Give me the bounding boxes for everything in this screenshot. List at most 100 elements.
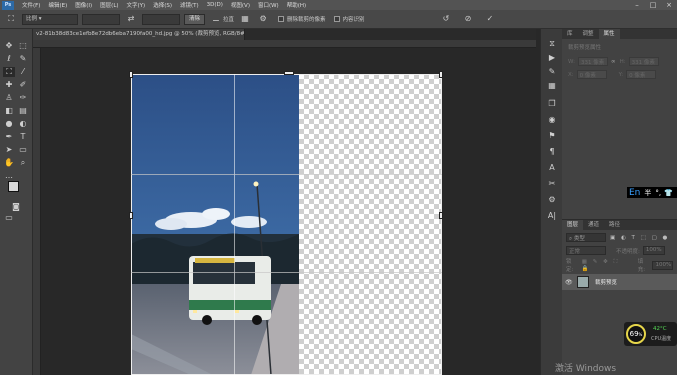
y-field[interactable]: 0 像素	[626, 70, 657, 79]
y-label: Y:	[618, 71, 624, 78]
foreground-color-swatch[interactable]	[8, 181, 19, 192]
straighten-icon[interactable]: ⚊	[209, 13, 223, 25]
crop-handle-top[interactable]	[284, 71, 294, 75]
cancel-icon[interactable]: ⊘	[461, 13, 475, 25]
hand-tool-icon[interactable]: ✋	[3, 158, 15, 168]
clone-source-icon[interactable]: ◉	[546, 115, 558, 125]
fill-field[interactable]: 100%	[652, 260, 673, 270]
crop-box[interactable]	[131, 74, 442, 375]
pen-tool-icon[interactable]: ✒	[3, 132, 15, 142]
tab-channels[interactable]: 通道	[583, 220, 604, 230]
menu-help[interactable]: 帮助(H)	[283, 1, 310, 9]
tab-paths[interactable]: 路径	[604, 220, 625, 230]
link-icon[interactable]: ∞	[611, 59, 616, 65]
eyedropper-icon[interactable]: ⁄	[17, 67, 29, 77]
ime-punct-icon[interactable]: °,	[655, 189, 661, 197]
marquee-tool-icon[interactable]: ⬚	[17, 41, 29, 51]
height-label: H:	[619, 58, 626, 65]
crop-handle-right[interactable]	[439, 212, 443, 219]
crop-tool-icon-active[interactable]: ⛶	[3, 67, 15, 77]
menu-filter[interactable]: 滤镜(T)	[176, 1, 203, 9]
maximize-icon[interactable]: □	[645, 0, 661, 10]
clear-button[interactable]: 清除	[184, 13, 206, 25]
eraser-icon[interactable]: ◧	[3, 106, 15, 116]
lock-icons[interactable]: ▦ ✎ ✥ ⛶ 🔒	[582, 259, 628, 272]
width-field[interactable]: 331 像素	[577, 57, 608, 66]
menu-view[interactable]: 视图(V)	[227, 1, 254, 9]
blend-mode-select[interactable]: 正常	[566, 246, 606, 255]
menu-select[interactable]: 选择(S)	[149, 1, 176, 9]
info-icon[interactable]: ⚙	[546, 195, 558, 205]
ratio-width-input[interactable]	[82, 13, 120, 25]
menu-layer[interactable]: 图层(L)	[96, 1, 122, 9]
menu-image[interactable]: 图像(I)	[71, 1, 96, 9]
more-tools-icon[interactable]: …	[3, 171, 15, 181]
history-icon[interactable]: ⧖	[546, 39, 558, 49]
menu-window[interactable]: 窗口(W)	[254, 1, 283, 9]
screen-mode-icon[interactable]: ▭	[3, 213, 15, 223]
content-aware-checkbox[interactable]: 内容识别	[333, 15, 365, 23]
dodge-tool-icon[interactable]: ◐	[17, 119, 29, 129]
reset-icon[interactable]: ↺	[439, 13, 453, 25]
tab-adjustments[interactable]: 调整	[578, 29, 599, 39]
x-field[interactable]: 0 像素	[576, 70, 607, 79]
ime-lang[interactable]: En	[629, 188, 640, 198]
menu-type[interactable]: 文字(Y)	[123, 1, 150, 9]
document-tab[interactable]: v2-81b38d83ce1efb8e72db6eba7190fa00_hd.j…	[33, 29, 245, 40]
styles-icon[interactable]: ⚑	[546, 131, 558, 141]
gradient-icon[interactable]: ▤	[17, 106, 29, 116]
crop-handle-top-right[interactable]	[439, 71, 443, 78]
history-brush-icon[interactable]: ✑	[17, 93, 29, 103]
settings-gear-icon[interactable]: ⚙	[256, 13, 270, 25]
layer-row[interactable]: 👁 裁剪预览	[562, 274, 677, 290]
menu-file[interactable]: 文件(F)	[18, 1, 44, 9]
blur-tool-icon[interactable]: ●	[3, 119, 15, 129]
properties-size-row: W: 331 像素 ∞ H: 331 像素	[562, 55, 677, 68]
actions-play-icon[interactable]: ▶	[546, 53, 558, 63]
brush-tool-icon[interactable]: ✐	[17, 80, 29, 90]
tool-presets-icon[interactable]: ✂	[546, 179, 558, 189]
glyphs-icon[interactable]: A|	[546, 211, 558, 221]
layer-comps-icon[interactable]: ❐	[546, 99, 558, 109]
swap-icon[interactable]: ⇄	[124, 13, 138, 25]
crop-handle-left[interactable]	[129, 212, 133, 219]
opacity-field[interactable]: 100%	[642, 246, 665, 255]
ime-skin-icon[interactable]: 👕	[664, 189, 673, 197]
overlay-grid-icon[interactable]: ▦	[238, 13, 252, 25]
path-select-icon[interactable]: ➤	[3, 145, 15, 155]
lock-row: 锁定: ▦ ✎ ✥ ⛶ 🔒 填充: 100%	[562, 256, 677, 274]
rectangle-tool-icon[interactable]: ▭	[17, 145, 29, 155]
tab-libraries[interactable]: 库	[562, 29, 578, 39]
delete-cropped-checkbox[interactable]: 删除裁剪的像素	[278, 15, 326, 23]
layer-thumbnail	[577, 276, 589, 288]
type-tool-icon[interactable]: T	[17, 132, 29, 142]
quick-select-icon[interactable]: ✎	[17, 54, 29, 64]
visibility-eye-icon[interactable]: 👁	[565, 279, 573, 286]
commit-check-icon[interactable]: ✓	[483, 13, 497, 25]
ratio-select[interactable]: 比例 ▾	[22, 13, 78, 25]
ratio-height-input[interactable]	[142, 13, 180, 25]
minimize-icon[interactable]: –	[629, 0, 645, 10]
tab-properties[interactable]: 属性	[598, 29, 620, 39]
menu-edit[interactable]: 编辑(E)	[44, 1, 71, 9]
brush-presets-icon[interactable]: ✎	[546, 67, 558, 77]
character-icon[interactable]: A	[546, 163, 558, 173]
swatches-icon[interactable]: ▦	[546, 81, 558, 91]
zoom-tool-icon[interactable]: ⌕	[17, 158, 29, 168]
menu-3d[interactable]: 3D(D)	[203, 2, 227, 8]
crop-handle-top-left[interactable]	[129, 71, 133, 78]
layer-name[interactable]: 裁剪预览	[595, 278, 617, 286]
close-icon[interactable]: ×	[661, 0, 677, 10]
tab-layers[interactable]: 图层	[562, 220, 584, 230]
move-tool-icon[interactable]: ✥	[3, 41, 15, 51]
clone-stamp-icon[interactable]: ♙	[3, 93, 15, 103]
quick-mask-icon[interactable]: ◙	[10, 202, 22, 212]
layer-kind-select[interactable]: ⌕ 类型	[566, 233, 606, 242]
healing-brush-icon[interactable]: ✚	[3, 80, 15, 90]
paragraph-icon[interactable]: ¶	[546, 147, 558, 157]
layer-filter-icons[interactable]: ▣ ◐ T ⬚ ▢ ●	[610, 235, 669, 241]
crop-tool-icon[interactable]: ⛶	[4, 13, 18, 25]
ime-half-width[interactable]: 半	[644, 188, 651, 198]
lasso-tool-icon[interactable]: ℓ	[3, 54, 15, 64]
height-field[interactable]: 331 像素	[628, 57, 659, 66]
